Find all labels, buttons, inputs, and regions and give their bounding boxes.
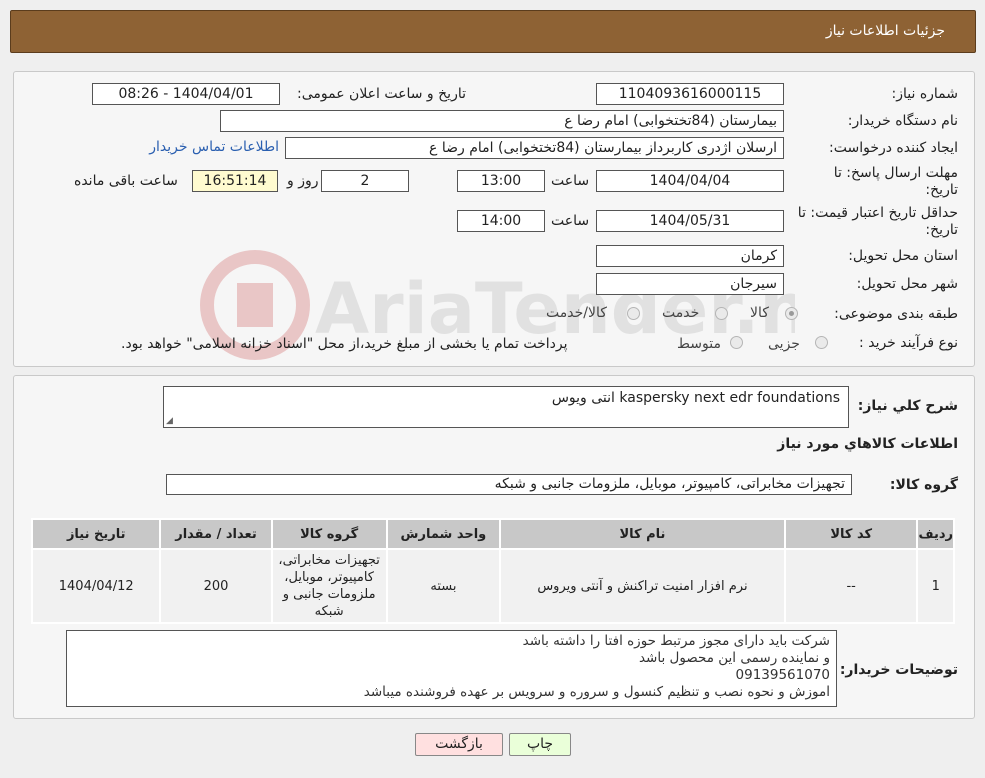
deadline-time-field: 13:00	[457, 170, 545, 192]
price-validity-time-field: 14:00	[457, 210, 545, 232]
need-number-field: 1104093616000115	[596, 83, 784, 105]
cell-quantity: 200	[159, 548, 273, 624]
remaining-days-field: 2	[321, 170, 409, 192]
process-minor-radio[interactable]	[815, 336, 828, 349]
col-unit: واحد شمارش	[385, 518, 502, 550]
price-validity-label: حداقل تاریخ اعتبار قیمت: تا	[797, 205, 958, 221]
province-field: کرمان	[596, 245, 784, 267]
process-minor-label: جزیی	[768, 336, 800, 352]
cell-need-date: 1404/04/12	[30, 548, 162, 624]
process-medium-radio[interactable]	[730, 336, 743, 349]
process-payment-note: پرداخت تمام یا بخشی از مبلغ خرید،از محل …	[121, 336, 568, 352]
cell-row-number: 1	[916, 548, 955, 624]
buyer-org-label: نام دستگاه خریدار:	[847, 113, 958, 129]
page-title: جزئیات اطلاعات نیاز	[825, 23, 945, 39]
city-label: شهر محل تحویل:	[856, 276, 958, 292]
table-header-row: ردیف کد کالا نام کالا واحد شمارش گروه کا…	[30, 518, 955, 550]
price-validity-label-date: تاریخ:	[925, 222, 958, 238]
goods-group-field: تجهیزات مخابراتی، کامپیوتر، موبایل، ملزو…	[166, 474, 852, 495]
request-creator-label: ایجاد کننده درخواست:	[829, 140, 958, 156]
days-label: روز و	[287, 173, 319, 189]
announce-datetime-label: تاریخ و ساعت اعلان عمومی:	[297, 86, 466, 102]
items-heading: اطلاعات کالاهاي مورد نياز	[777, 436, 958, 452]
province-label: استان محل تحویل:	[848, 248, 958, 264]
col-row-number: ردیف	[916, 518, 955, 550]
goods-group-label: گروه کالا:	[889, 477, 958, 493]
category-goods-label: کالا	[750, 305, 769, 321]
category-goods-service-radio[interactable]	[627, 307, 640, 320]
notes-line: 09139561070	[735, 667, 830, 683]
need-number-label: شماره نیاز:	[891, 86, 959, 102]
cell-unit: بسته	[385, 548, 502, 624]
buyer-contact-link[interactable]: اطلاعات تماس خریدار	[149, 139, 279, 155]
col-quantity: تعداد / مقدار	[159, 518, 273, 550]
category-goods-service-label: کالا/خدمت	[546, 305, 607, 321]
deadline-date-field: 1404/04/04	[596, 170, 784, 192]
process-medium-label: متوسط	[677, 336, 721, 352]
deadline-time-label: ساعت	[551, 173, 590, 189]
notes-line: و نماینده رسمی این محصول باشد	[638, 650, 830, 666]
price-validity-date-field: 1404/05/31	[596, 210, 784, 232]
buyer-notes-label: توضیحات خریدار:	[839, 662, 958, 678]
col-item-name: نام کالا	[499, 518, 786, 550]
table-row: 1 -- نرم افزار امنیت تراکنش و آنتی ویروس…	[30, 548, 955, 624]
col-item-code: کد کالا	[783, 518, 919, 550]
resize-handle-icon[interactable]: ◢	[166, 416, 173, 426]
deadline-label: مهلت ارسال پاسخ: تا	[833, 165, 958, 181]
category-service-label: خدمت	[662, 305, 700, 321]
price-validity-time-label: ساعت	[551, 213, 590, 229]
cell-item-name: نرم افزار امنیت تراکنش و آنتی ویروس	[499, 548, 786, 624]
remaining-label: ساعت باقی مانده	[74, 173, 178, 189]
back-button[interactable]: بازگشت	[415, 733, 503, 756]
buyer-org-field: بیمارستان (84تختخوابی) امام رضا ع	[220, 110, 784, 132]
cell-item-code: --	[783, 548, 919, 624]
notes-line: اموزش و نحوه نصب و تنظیم کنسول و سروره و…	[363, 684, 830, 700]
city-field: سیرجان	[596, 273, 784, 295]
cell-goods-group: تجهیزات مخابراتی، کامپیوتر، موبایل، ملزو…	[270, 548, 388, 624]
announce-datetime-field: 1404/04/01 - 08:26	[92, 83, 280, 105]
page-header: جزئیات اطلاعات نیاز	[10, 10, 976, 53]
summary-field: انتی ویوس kaspersky next edr foundations…	[163, 386, 849, 428]
col-need-date: تاریخ نیاز	[30, 518, 162, 550]
category-goods-radio[interactable]	[785, 307, 798, 320]
request-creator-field: ارسلان اژدری کاربرداز بیمارستان (84تختخو…	[285, 137, 784, 159]
print-button[interactable]: چاپ	[509, 733, 571, 756]
category-service-radio[interactable]	[715, 307, 728, 320]
category-label: طبقه بندی موضوعی:	[834, 306, 958, 322]
items-table: ردیف کد کالا نام کالا واحد شمارش گروه کا…	[30, 518, 955, 624]
remaining-time-field: 16:51:14	[192, 170, 278, 192]
buyer-notes-field: شرکت باید دارای مجوز مرتبط حوزه افتا را …	[66, 630, 837, 707]
col-goods-group: گروه کالا	[270, 518, 388, 550]
purchase-process-label: نوع فرآیند خرید :	[859, 335, 958, 351]
deadline-label-date: تاریخ:	[925, 182, 958, 198]
summary-label: شرح کلي نياز:	[857, 398, 958, 414]
notes-line: شرکت باید دارای مجوز مرتبط حوزه افتا را …	[522, 633, 830, 649]
summary-text: انتی ویوس kaspersky next edr foundations	[551, 390, 840, 406]
